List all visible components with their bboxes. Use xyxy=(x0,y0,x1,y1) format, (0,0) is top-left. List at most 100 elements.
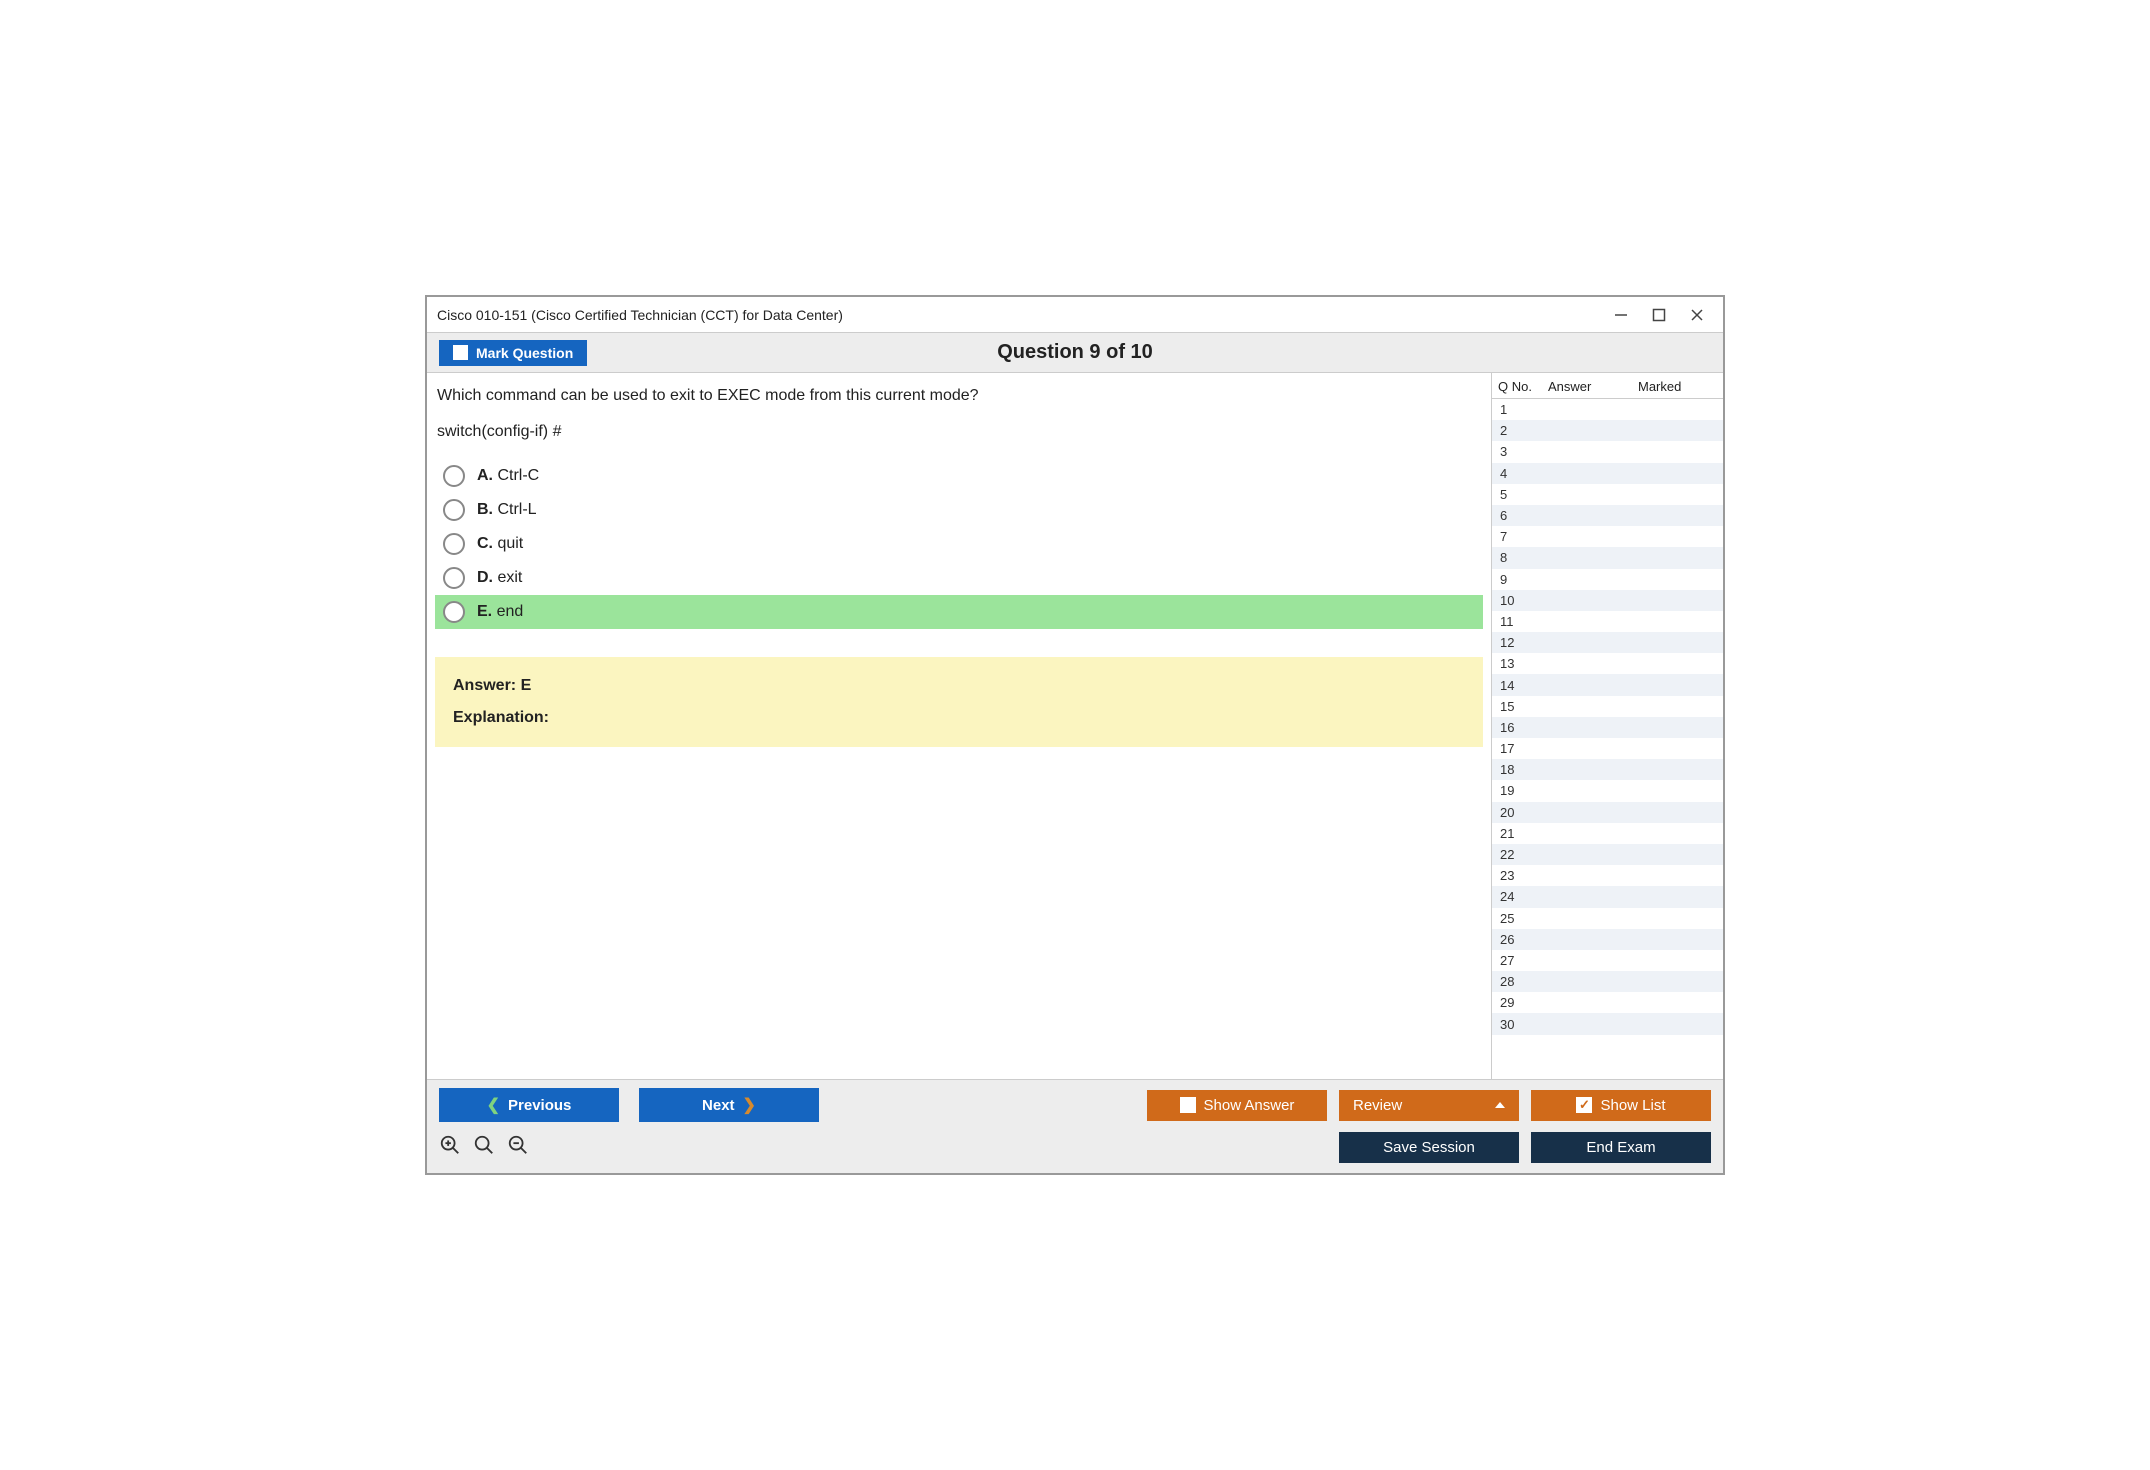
question-list-row[interactable]: 1 xyxy=(1492,399,1723,420)
question-number: 21 xyxy=(1500,826,1550,841)
chevron-left-icon: ❮ xyxy=(487,1095,500,1115)
review-button[interactable]: Review xyxy=(1339,1090,1519,1121)
question-list-row[interactable]: 21 xyxy=(1492,823,1723,844)
question-list-row[interactable]: 26 xyxy=(1492,929,1723,950)
zoom-reset-icon[interactable] xyxy=(473,1134,495,1161)
question-panel: Which command can be used to exit to EXE… xyxy=(427,373,1491,1079)
option-row[interactable]: A. Ctrl-C xyxy=(435,459,1483,493)
question-list-row[interactable]: 18 xyxy=(1492,759,1723,780)
question-list-row[interactable]: 30 xyxy=(1492,1013,1723,1034)
show-list-label: Show List xyxy=(1600,1097,1665,1114)
radio-icon xyxy=(443,499,465,521)
question-number: 28 xyxy=(1500,974,1550,989)
question-number: 6 xyxy=(1500,508,1550,523)
question-list-sidebar: Q No. Answer Marked 12345678910111213141… xyxy=(1491,373,1723,1079)
footer-row-1: ❮ Previous Next ❯ Show Answer Review xyxy=(439,1088,1711,1122)
question-list-row[interactable]: 2 xyxy=(1492,420,1723,441)
answer-line: Answer: E xyxy=(453,677,1465,695)
question-number: 13 xyxy=(1500,656,1550,671)
end-exam-button[interactable]: End Exam xyxy=(1531,1132,1711,1163)
option-row[interactable]: E. end xyxy=(435,595,1483,629)
sidebar-body[interactable]: 1234567891011121314151617181920212223242… xyxy=(1492,399,1723,1079)
explanation-line: Explanation: xyxy=(453,709,1465,727)
question-list-row[interactable]: 13 xyxy=(1492,653,1723,674)
question-list-row[interactable]: 11 xyxy=(1492,611,1723,632)
sidebar-header-qno: Q No. xyxy=(1498,379,1548,394)
question-list-row[interactable]: 3 xyxy=(1492,441,1723,462)
question-number: 19 xyxy=(1500,783,1550,798)
titlebar: Cisco 010-151 (Cisco Certified Technicia… xyxy=(427,297,1723,333)
previous-button[interactable]: ❮ Previous xyxy=(439,1088,619,1122)
option-text: Ctrl-C xyxy=(497,467,539,484)
radio-icon xyxy=(443,465,465,487)
question-number: 17 xyxy=(1500,741,1550,756)
question-text: Which command can be used to exit to EXE… xyxy=(435,387,1483,405)
question-number: 25 xyxy=(1500,911,1550,926)
question-list-row[interactable]: 15 xyxy=(1492,696,1723,717)
question-number: 1 xyxy=(1500,402,1550,417)
question-list-row[interactable]: 5 xyxy=(1492,484,1723,505)
question-list-row[interactable]: 14 xyxy=(1492,674,1723,695)
question-number: 10 xyxy=(1500,593,1550,608)
show-answer-checkbox-icon xyxy=(1180,1097,1196,1113)
option-letter: C. xyxy=(477,535,493,552)
question-list-row[interactable]: 8 xyxy=(1492,547,1723,568)
question-list-row[interactable]: 22 xyxy=(1492,844,1723,865)
question-list-row[interactable]: 6 xyxy=(1492,505,1723,526)
question-list-row[interactable]: 19 xyxy=(1492,780,1723,801)
sidebar-header-answer: Answer xyxy=(1548,379,1638,394)
action-buttons: Show Answer Review ✓ Show List xyxy=(1147,1090,1711,1121)
save-session-button[interactable]: Save Session xyxy=(1339,1132,1519,1163)
question-number: 4 xyxy=(1500,466,1550,481)
review-label: Review xyxy=(1353,1097,1402,1114)
maximize-icon[interactable] xyxy=(1651,307,1667,323)
radio-icon xyxy=(443,601,465,623)
show-answer-button[interactable]: Show Answer xyxy=(1147,1090,1327,1121)
mark-question-button[interactable]: Mark Question xyxy=(439,340,587,366)
zoom-out-icon[interactable] xyxy=(507,1134,529,1161)
question-list-row[interactable]: 27 xyxy=(1492,950,1723,971)
footer-row-2: Save Session End Exam xyxy=(439,1132,1711,1163)
option-row[interactable]: C. quit xyxy=(435,527,1483,561)
show-list-button[interactable]: ✓ Show List xyxy=(1531,1090,1711,1121)
question-list-row[interactable]: 9 xyxy=(1492,569,1723,590)
question-number: 23 xyxy=(1500,868,1550,883)
option-letter: D. xyxy=(477,569,493,586)
window-title: Cisco 010-151 (Cisco Certified Technicia… xyxy=(437,307,1613,323)
zoom-in-icon[interactable] xyxy=(439,1134,461,1161)
minimize-icon[interactable] xyxy=(1613,307,1629,323)
option-letter: E. xyxy=(477,603,492,620)
question-counter: Question 9 of 10 xyxy=(997,341,1153,364)
question-list-row[interactable]: 29 xyxy=(1492,992,1723,1013)
option-text: Ctrl-L xyxy=(497,501,536,518)
chevron-right-icon: ❯ xyxy=(743,1095,756,1115)
question-list-row[interactable]: 25 xyxy=(1492,908,1723,929)
radio-icon xyxy=(443,533,465,555)
question-list-row[interactable]: 10 xyxy=(1492,590,1723,611)
question-number: 27 xyxy=(1500,953,1550,968)
question-list-row[interactable]: 7 xyxy=(1492,526,1723,547)
close-icon[interactable] xyxy=(1689,307,1705,323)
nav-buttons: ❮ Previous Next ❯ xyxy=(439,1088,819,1122)
app-window: Cisco 010-151 (Cisco Certified Technicia… xyxy=(425,295,1725,1175)
option-label: A. Ctrl-C xyxy=(477,467,539,485)
option-letter: B. xyxy=(477,501,493,518)
next-button[interactable]: Next ❯ xyxy=(639,1088,819,1122)
option-row[interactable]: D. exit xyxy=(435,561,1483,595)
question-list-row[interactable]: 20 xyxy=(1492,802,1723,823)
answer-box: Answer: E Explanation: xyxy=(435,657,1483,747)
question-list-row[interactable]: 16 xyxy=(1492,717,1723,738)
question-number: 12 xyxy=(1500,635,1550,650)
question-list-row[interactable]: 12 xyxy=(1492,632,1723,653)
footer: ❮ Previous Next ❯ Show Answer Review xyxy=(427,1079,1723,1173)
option-label: B. Ctrl-L xyxy=(477,501,537,519)
question-list-row[interactable]: 28 xyxy=(1492,971,1723,992)
option-text: exit xyxy=(497,569,522,586)
question-number: 22 xyxy=(1500,847,1550,862)
question-list-row[interactable]: 24 xyxy=(1492,886,1723,907)
chevron-up-icon xyxy=(1495,1102,1505,1108)
question-list-row[interactable]: 17 xyxy=(1492,738,1723,759)
question-list-row[interactable]: 23 xyxy=(1492,865,1723,886)
question-list-row[interactable]: 4 xyxy=(1492,463,1723,484)
option-row[interactable]: B. Ctrl-L xyxy=(435,493,1483,527)
